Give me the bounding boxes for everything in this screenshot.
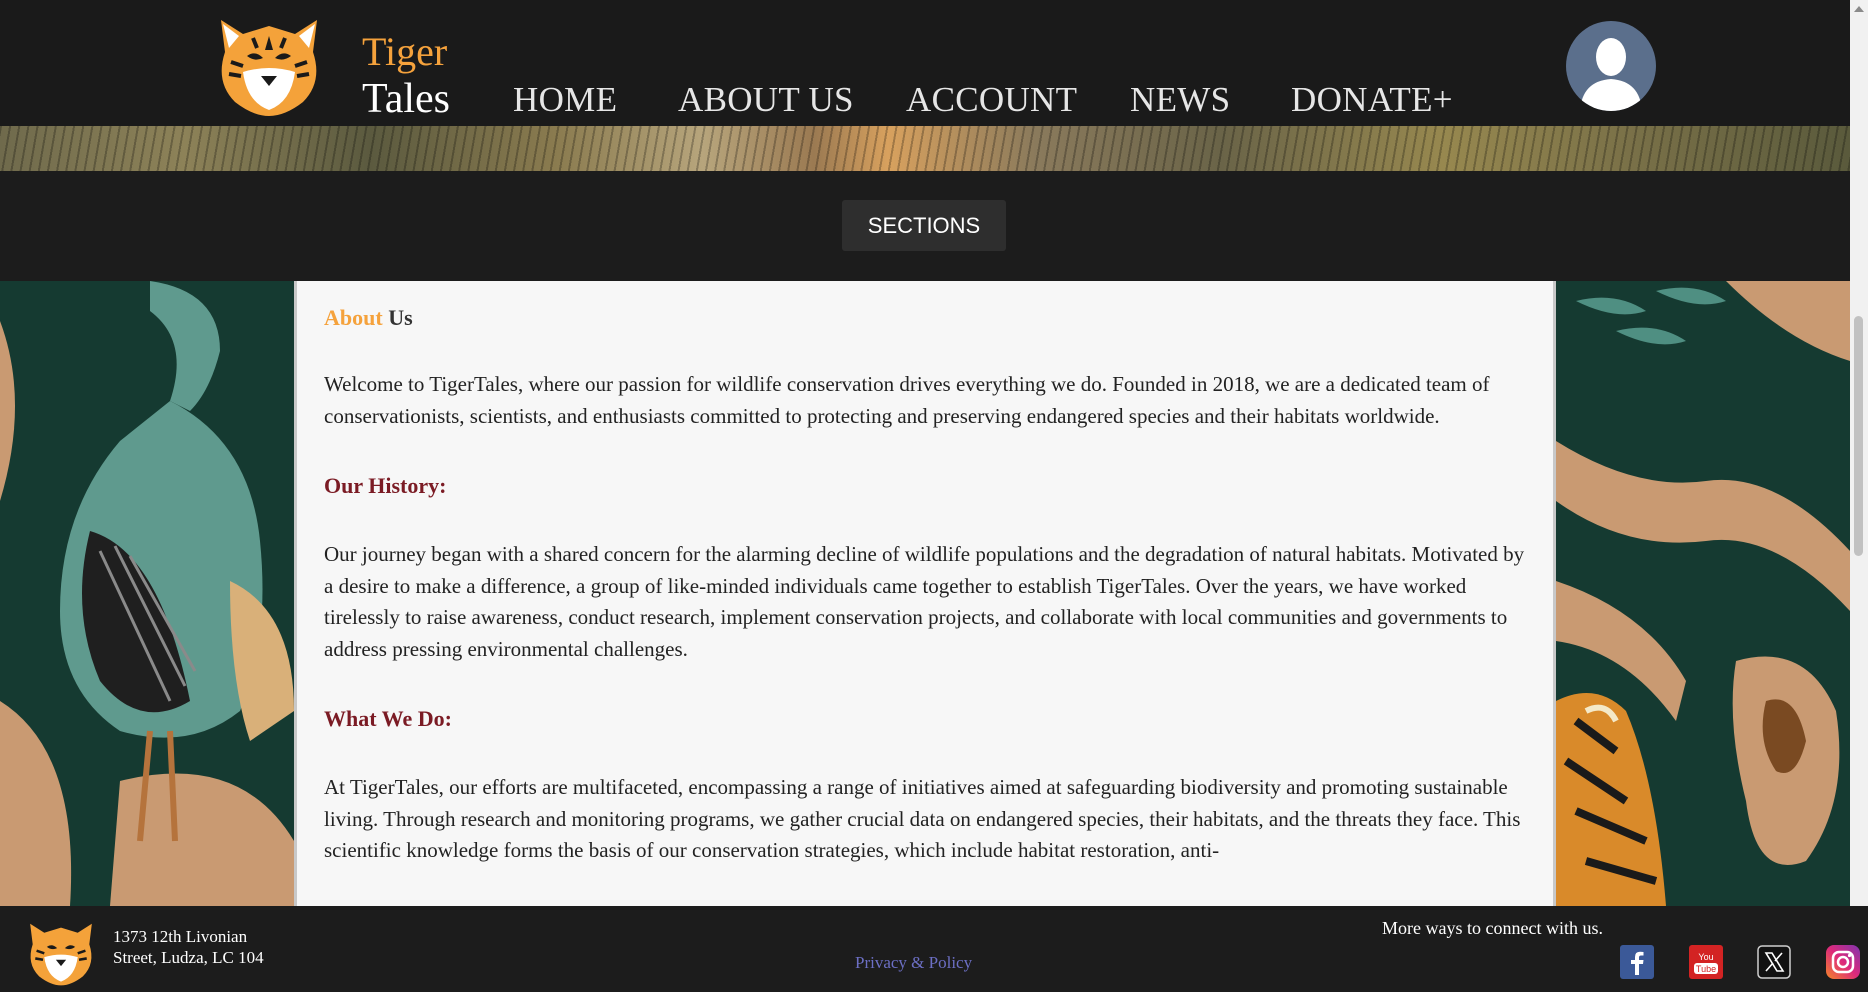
facebook-icon[interactable] [1620,945,1654,979]
nav-home[interactable]: HOME [513,80,617,120]
right-decorative-artwork [1556,281,1850,906]
svg-text:You: You [1698,952,1713,962]
scroll-up-arrow-icon[interactable] [1854,6,1864,12]
avatar[interactable] [1566,21,1656,111]
page-scrollbar[interactable] [1850,0,1868,906]
about-content-panel: About Us Welcome to TigerTales, where ou… [294,281,1556,906]
sections-button[interactable]: SECTIONS [842,200,1006,251]
scrollbar-thumb[interactable] [1854,316,1863,556]
tiger-logo-icon[interactable] [213,12,325,116]
instagram-icon[interactable] [1826,945,1860,979]
left-decorative-artwork [0,281,294,906]
privacy-policy-link[interactable]: Privacy & Policy [855,953,972,973]
page-title: About Us [324,305,1534,331]
brand-name-line2: Tales [362,76,451,122]
history-heading: Our History: [324,473,447,498]
page-title-accent: About [324,305,383,330]
history-paragraph: Our journey began with a shared concern … [324,542,1525,661]
what-we-do-heading: What We Do: [324,706,452,731]
x-icon[interactable] [1757,945,1791,979]
user-icon [1580,38,1642,111]
tiger-logo-icon[interactable] [25,918,97,986]
nav-about-us[interactable]: ABOUT US [678,80,854,120]
site-header: Tiger Tales HOME ABOUT US ACCOUNT NEWS D… [0,0,1850,126]
what-we-do-paragraph: At TigerTales, our efforts are multiface… [324,775,1521,862]
svg-text:Tube: Tube [1696,964,1716,974]
page-title-rest: Us [382,305,413,330]
address-line-2: Street, Ludza, LC 104 [113,948,264,967]
brand-name-line1: Tiger [362,29,448,74]
nav-donate[interactable]: DONATE+ [1291,80,1453,120]
nav-account[interactable]: ACCOUNT [906,80,1077,120]
intro-paragraph: Welcome to TigerTales, where our passion… [324,372,1490,428]
footer-address: 1373 12th Livonian Street, Ludza, LC 104 [113,926,303,968]
site-footer: 1373 12th Livonian Street, Ludza, LC 104… [0,906,1868,992]
address-line-1: 1373 12th Livonian [113,927,248,946]
nav-news[interactable]: NEWS [1130,80,1230,120]
connect-label: More ways to connect with us. [1382,918,1603,938]
youtube-icon[interactable]: You Tube [1689,945,1723,979]
header-banner-image [0,126,1850,171]
